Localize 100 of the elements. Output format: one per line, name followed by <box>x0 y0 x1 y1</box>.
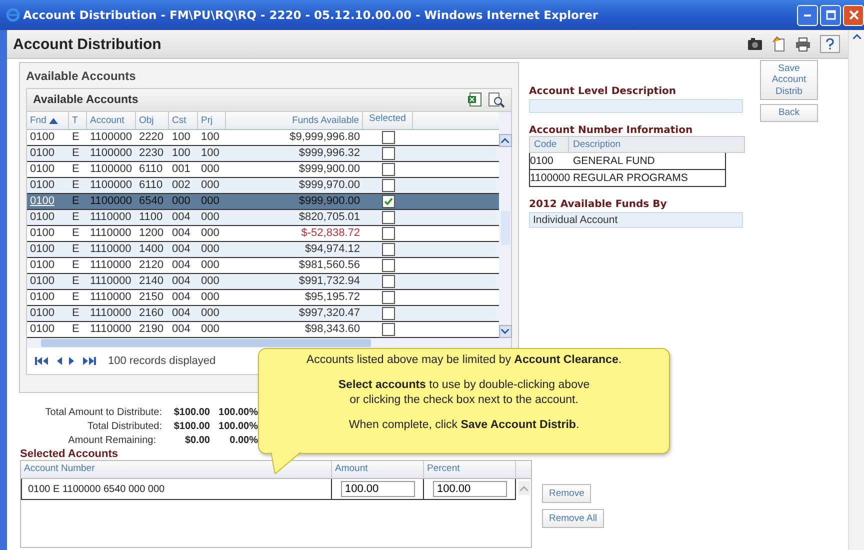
column-header[interactable]: Prj <box>198 112 226 129</box>
table-cell-text: $999,900.00 <box>298 162 361 177</box>
table-cell-text: 0100 <box>29 210 56 225</box>
checkbox[interactable] <box>382 243 394 256</box>
checkbox[interactable] <box>382 179 394 192</box>
table-cell-text: E <box>71 194 80 209</box>
table-cell-text: 004 <box>171 290 192 305</box>
table-cell-text: E <box>71 162 80 177</box>
scroll-down-icon[interactable] <box>501 329 509 334</box>
table-row[interactable]: 0100 E 1110000 1400 004 000 $94,974.12 <box>27 242 499 258</box>
table-cell-text: 2160 <box>138 306 164 321</box>
table-cell-text: 000 <box>200 162 220 177</box>
checkbox[interactable] <box>382 227 394 240</box>
table-cell-text: E <box>71 258 80 273</box>
column-header[interactable]: Fnd <box>27 112 69 129</box>
table-cell-text: 1110000 <box>89 242 132 257</box>
table-cell-text: E <box>71 274 80 289</box>
column-header[interactable]: Account <box>87 112 136 129</box>
total-percent: 0.00% <box>228 434 258 446</box>
table-cell-text: 000 <box>200 306 220 321</box>
scroll-up-icon[interactable] <box>501 138 509 143</box>
table-row[interactable]: 0100 E 1100000 6110 002 000 $999,970.00 <box>27 178 499 194</box>
table-cell-text: 100 <box>200 146 220 161</box>
table-cell-text: $94,974.12 <box>304 242 361 257</box>
table-row[interactable]: 0100 E 1100000 6110 001 000 $999,900.00 <box>27 162 499 178</box>
scroll-thumb[interactable] <box>500 211 510 245</box>
side-button[interactable]: Save Account Distrib <box>760 60 818 100</box>
column-header[interactable]: T <box>69 112 87 129</box>
amount-field[interactable]: 100.00 <box>341 481 415 497</box>
table-cell-text: $999,970.00 <box>298 178 361 193</box>
spreadsheet-icon[interactable] <box>467 92 482 107</box>
page-scrollbar[interactable] <box>848 30 864 550</box>
checkbox[interactable] <box>382 307 394 320</box>
table-cell-text: 1200 <box>138 226 164 241</box>
vertical-scrollbar[interactable] <box>499 112 511 338</box>
table-cell-text: 000 <box>200 258 220 273</box>
checkbox[interactable] <box>382 195 394 208</box>
document-icon[interactable] <box>772 36 786 52</box>
preview-icon[interactable] <box>488 92 505 108</box>
maximize-button[interactable] <box>820 4 841 26</box>
section-label: Available Accounts <box>26 69 137 83</box>
previous-page-icon[interactable] <box>56 356 62 366</box>
table-cell-text: 002 <box>171 178 192 193</box>
checkbox[interactable] <box>382 259 394 272</box>
table-row[interactable]: 0100 E 1110000 2190 004 000 $98,343.60 <box>27 322 499 338</box>
table-cell-text: 004 <box>171 242 192 257</box>
table-cell-text: E <box>71 322 80 337</box>
table-cell-text: 000 <box>200 242 220 257</box>
printer-icon[interactable] <box>795 36 811 52</box>
checkbox[interactable] <box>382 163 394 176</box>
column-header[interactable]: Obj <box>136 112 169 129</box>
table-row[interactable]: 0100 E 1100000 2220 100 100 $9,999,996.80 <box>27 130 499 146</box>
help-button[interactable] <box>820 35 840 53</box>
minimize-button[interactable] <box>797 4 818 26</box>
remove-button[interactable]: Remove <box>542 484 592 503</box>
checkbox[interactable] <box>382 275 394 288</box>
checkbox[interactable] <box>382 323 394 336</box>
last-page-icon[interactable] <box>82 356 96 366</box>
table-cell-text: 0100 <box>29 178 56 193</box>
table-row[interactable]: 0100 E 1110000 1200 004 000 $-52,838.72 <box>27 226 499 242</box>
table-row[interactable]: 0100 E 1110000 2150 004 000 $95,195.72 <box>27 290 499 306</box>
side-button[interactable]: Back <box>760 104 818 122</box>
camera-icon[interactable] <box>747 37 763 51</box>
column-header[interactable]: Funds Available <box>226 112 363 129</box>
remove-button[interactable]: Remove All <box>542 509 604 528</box>
table-cell-text: 000 <box>200 322 220 337</box>
horizontal-scrollbar[interactable] <box>27 338 511 348</box>
close-icon <box>848 10 858 20</box>
table-cell-text: 1110000 <box>89 306 132 321</box>
vertical-scrollbar[interactable] <box>518 481 530 495</box>
table-cell-text: 0100 <box>29 274 56 289</box>
close-button[interactable] <box>843 4 864 26</box>
table-row[interactable]: 0100 E 1100000 2230 100 100 $999,996.32 <box>27 146 499 162</box>
table-cell-text: 1100000 <box>89 178 134 193</box>
total-label: Total Amount to Distribute: <box>45 406 162 418</box>
column-header[interactable]: Selected <box>363 112 413 129</box>
first-page-icon[interactable] <box>35 356 49 366</box>
table-cell: REGULAR PROGRAMS <box>573 172 688 184</box>
column-header[interactable]: Cst <box>169 112 198 129</box>
table-cell-text: $981,560.56 <box>298 258 361 273</box>
table-cell-text: $9,999,996.80 <box>288 130 361 145</box>
grid-title: Available Accounts <box>33 94 138 106</box>
percent-field[interactable]: 100.00 <box>433 481 507 497</box>
checkbox[interactable] <box>382 147 394 160</box>
table-cell-text: E <box>71 242 80 257</box>
section-heading: Account Level Description <box>529 86 678 97</box>
next-page-icon[interactable] <box>69 356 75 366</box>
checkbox[interactable] <box>382 131 394 144</box>
checkbox[interactable] <box>382 291 394 304</box>
table-row[interactable]: 0100 E 1110000 2120 004 000 $981,560.56 <box>27 258 499 274</box>
table-cell-text: 6540 <box>138 194 164 209</box>
table-row[interactable]: 0100 E 1110000 2140 004 000 $991,732.94 <box>27 274 499 290</box>
table-cell-text: 0100 <box>29 146 56 161</box>
table-row[interactable]: 0100 E 1100000 6540 000 000 $999,900.00 <box>27 194 499 210</box>
table-row[interactable]: 0100 E 1110000 1100 004 000 $820,705.01 <box>27 210 499 226</box>
table-cell-text: 000 <box>200 226 220 241</box>
table-cell-text: 1100000 <box>89 162 134 177</box>
checkbox[interactable] <box>382 211 394 224</box>
scroll-up-icon[interactable] <box>852 34 860 39</box>
table-row[interactable]: 0100 E 1110000 2160 004 000 $997,320.47 <box>27 306 499 322</box>
